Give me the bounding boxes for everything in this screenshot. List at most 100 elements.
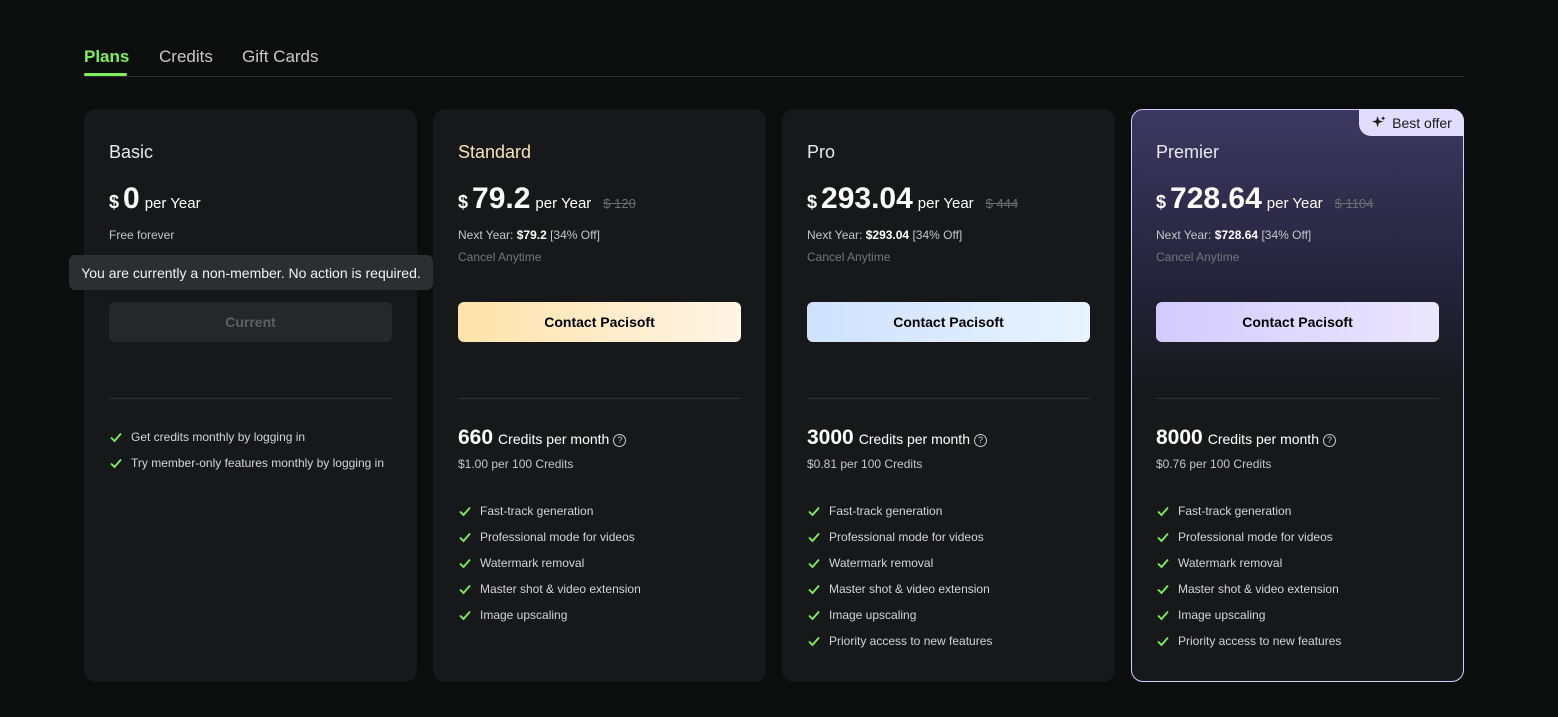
- next-year-label: Next Year:: [1156, 228, 1212, 242]
- divider: [458, 398, 741, 399]
- original-price: $ 120: [603, 196, 636, 211]
- check-icon: [1157, 558, 1169, 569]
- check-icon: [459, 558, 471, 569]
- credits-per-month: 3000 Credits per month ?: [807, 426, 987, 450]
- divider: [109, 398, 392, 399]
- plan-name: Pro: [807, 142, 836, 162]
- plan-card-premier: Best offer Premier $ 728.64 per Year $ 1…: [1131, 109, 1464, 682]
- currency-symbol: $: [109, 192, 120, 212]
- contact-pacisoft-button[interactable]: Contact Pacisoft: [807, 302, 1090, 342]
- feature-item: Priority access to new features: [807, 628, 992, 654]
- feature-label: Image upscaling: [480, 608, 568, 622]
- currency-symbol: $: [458, 192, 469, 212]
- check-icon: [1157, 584, 1169, 595]
- currency-symbol: $: [807, 192, 818, 212]
- cancel-anytime-text: Cancel Anytime: [807, 250, 891, 264]
- plan-note: Free forever: [109, 228, 175, 242]
- check-icon: [808, 558, 820, 569]
- feature-label: Professional mode for videos: [480, 530, 635, 544]
- feature-label: Try member-only features monthly by logg…: [131, 456, 384, 470]
- plan-name: Basic: [109, 142, 154, 162]
- next-year-price: Next Year: $728.64 [34% Off]: [1156, 228, 1311, 242]
- feature-item: Professional mode for videos: [807, 524, 992, 550]
- current-plan-button: Current: [109, 302, 392, 342]
- plan-tabs: Plans Credits Gift Cards: [84, 40, 1464, 77]
- feature-label: Master shot & video extension: [480, 582, 641, 596]
- active-tab-indicator: [84, 73, 127, 76]
- help-icon[interactable]: ?: [613, 434, 627, 447]
- feature-label: Priority access to new features: [829, 634, 993, 648]
- feature-item: Get credits monthly by logging in: [109, 424, 384, 450]
- divider: [807, 398, 1090, 399]
- feature-item: Image upscaling: [807, 602, 992, 628]
- original-price: $ 444: [985, 196, 1019, 211]
- feature-item: Watermark removal: [807, 550, 992, 576]
- credits-label: Credits per month: [1207, 431, 1319, 447]
- tab-gift-cards[interactable]: Gift Cards: [242, 47, 319, 67]
- tab-plans[interactable]: Plans: [84, 47, 129, 67]
- price-period: per Year: [144, 195, 201, 212]
- check-icon: [459, 532, 471, 543]
- check-icon: [1157, 532, 1169, 543]
- feature-list: Fast-track generation Professional mode …: [458, 498, 641, 628]
- feature-item: Watermark removal: [458, 550, 641, 576]
- cancel-anytime-text: Cancel Anytime: [1156, 250, 1240, 264]
- cancel-anytime-text: Cancel Anytime: [458, 250, 542, 264]
- sparkle-icon: [1372, 115, 1386, 128]
- discount-label: [34% Off]: [912, 228, 963, 242]
- feature-item: Professional mode for videos: [1156, 524, 1341, 550]
- feature-item: Fast-track generation: [1156, 498, 1341, 524]
- feature-item: Watermark removal: [1156, 550, 1341, 576]
- help-icon[interactable]: ?: [1323, 434, 1336, 447]
- plan-price: $ 0 per Year: [109, 182, 201, 216]
- feature-label: Image upscaling: [1178, 608, 1266, 622]
- check-icon: [459, 506, 471, 517]
- credits-label: Credits per month: [498, 431, 610, 447]
- feature-label: Master shot & video extension: [1178, 582, 1339, 596]
- feature-list: Fast-track generation Professional mode …: [807, 498, 992, 654]
- help-icon[interactable]: ?: [974, 434, 987, 447]
- next-year-amount: $728.64: [1214, 228, 1259, 242]
- feature-label: Fast-track generation: [1178, 504, 1292, 518]
- feature-label: Professional mode for videos: [829, 530, 984, 544]
- credits-amount: 660: [458, 426, 494, 449]
- feature-list: Fast-track generation Professional mode …: [1156, 498, 1341, 654]
- check-icon: [808, 506, 820, 517]
- feature-item: Fast-track generation: [807, 498, 992, 524]
- credits-per-month: 660 Credits per month ?: [458, 426, 627, 450]
- check-icon: [1157, 636, 1169, 647]
- feature-label: Fast-track generation: [829, 504, 943, 518]
- feature-label: Fast-track generation: [480, 504, 594, 518]
- feature-item: Master shot & video extension: [807, 576, 992, 602]
- price-period: per Year: [1266, 195, 1323, 212]
- credits-amount: 3000: [807, 426, 854, 449]
- credits-per-month: 8000 Credits per month ?: [1156, 426, 1336, 450]
- feature-item: Image upscaling: [458, 602, 641, 628]
- plan-name: Standard: [458, 142, 532, 162]
- discount-label: [34% Off]: [550, 228, 600, 242]
- divider: [1156, 398, 1439, 399]
- feature-label: Master shot & video extension: [829, 582, 990, 596]
- feature-item: Try member-only features monthly by logg…: [109, 450, 384, 476]
- plan-card-standard: Standard $ 79.2 per Year $ 120 Next Year…: [433, 109, 766, 682]
- original-price: $ 1104: [1334, 196, 1374, 211]
- next-year-price: Next Year: $79.2 [34% Off]: [458, 228, 600, 242]
- contact-pacisoft-button[interactable]: Contact Pacisoft: [458, 302, 741, 342]
- feature-item: Image upscaling: [1156, 602, 1341, 628]
- price-amount: 0: [123, 182, 140, 215]
- feature-item: Priority access to new features: [1156, 628, 1341, 654]
- currency-symbol: $: [1156, 192, 1167, 212]
- tab-credits[interactable]: Credits: [159, 47, 213, 67]
- feature-item: Professional mode for videos: [458, 524, 641, 550]
- plan-price: $ 293.04 per Year $ 444: [807, 182, 1018, 216]
- feature-list: Get credits monthly by logging in Try me…: [109, 424, 384, 476]
- feature-label: Get credits monthly by logging in: [131, 430, 306, 444]
- feature-item: Master shot & video extension: [458, 576, 641, 602]
- feature-label: Professional mode for videos: [1178, 530, 1333, 544]
- feature-label: Priority access to new features: [1178, 634, 1342, 648]
- next-year-label: Next Year:: [458, 228, 514, 242]
- feature-label: Watermark removal: [1178, 556, 1283, 570]
- plan-name: Premier: [1156, 142, 1220, 162]
- contact-pacisoft-button[interactable]: Contact Pacisoft: [1156, 302, 1439, 342]
- check-icon: [110, 432, 122, 443]
